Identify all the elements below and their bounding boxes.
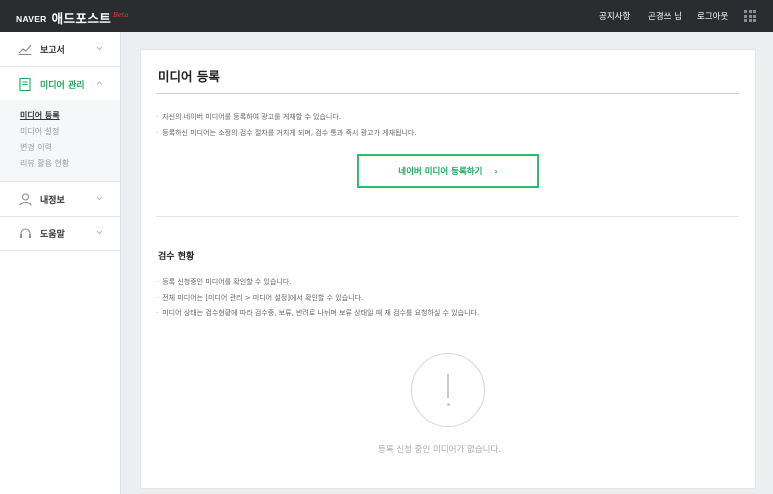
submenu-media-register[interactable]: 미디어 등록 xyxy=(20,110,60,121)
brand-logo[interactable]: NAVER 애드포스트 Beta xyxy=(16,8,128,27)
logout-link[interactable]: 로그아웃 xyxy=(697,10,728,22)
title-divider xyxy=(156,93,739,94)
review-note: · 전체 미디어는 [미디어 관리 > 미디어 설정]에서 확인할 수 있습니다. xyxy=(156,294,364,302)
app-title: 애드포스트 xyxy=(51,11,112,26)
register-button-label: 네이버 미디어 등록하기 xyxy=(398,167,483,177)
review-note: · 등록 신청중인 미디어를 확인할 수 있습니다. xyxy=(156,278,292,286)
chevron-right-icon: › xyxy=(494,166,498,176)
register-note: · 등록하신 미디어는 소정의 검수 절차를 거치게 되며, 검수 통과 즉시 광… xyxy=(156,129,417,137)
sidebar: 보고서 미디어 관리 미디어 등록 미디어 설정 변경 이력 리뷰 활용 현황 … xyxy=(0,32,121,494)
review-section-title: 검수 현황 xyxy=(158,252,195,262)
exclamation-icon xyxy=(411,353,485,427)
chevron-up-icon xyxy=(96,81,103,85)
sidebar-item-help[interactable]: 도움말 xyxy=(0,216,120,250)
submenu-change-history[interactable]: 변경 이력 xyxy=(20,142,52,153)
sidebar-item-myinfo[interactable]: 내정보 xyxy=(0,182,120,216)
chevron-down-icon xyxy=(96,196,103,201)
sidebar-item-media[interactable]: 미디어 관리 xyxy=(0,67,120,101)
naver-logo: NAVER xyxy=(16,14,47,24)
chart-icon xyxy=(18,42,32,56)
top-bar: NAVER 애드포스트 Beta 공지사항 곤경쓰 님 로그아웃 xyxy=(0,0,773,32)
empty-state-message: 등록 신청 중인 미디어가 없습니다. xyxy=(378,445,501,455)
sidebar-item-label: 보고서 xyxy=(40,45,65,56)
person-icon xyxy=(18,192,32,206)
section-divider xyxy=(156,216,739,217)
sidebar-item-report[interactable]: 보고서 xyxy=(0,32,120,66)
review-note: · 미디어 상태는 검수현황에 따라 검수중, 보류, 반려로 나뉘며 보류 상태… xyxy=(156,309,480,317)
sidebar-item-label: 미디어 관리 xyxy=(40,80,85,91)
register-note: · 자신의 네이버 미디어를 등록하여 광고를 게재할 수 있습니다. xyxy=(156,113,342,121)
sidebar-item-label: 내정보 xyxy=(40,195,65,206)
notice-link[interactable]: 공지사항 xyxy=(599,10,630,22)
headset-icon xyxy=(18,226,32,240)
grid-icon[interactable] xyxy=(744,10,756,22)
beta-badge: Beta xyxy=(113,11,129,19)
submenu-review-status[interactable]: 리뷰 활용 현황 xyxy=(20,158,69,169)
divider xyxy=(0,250,120,251)
media-submenu: 미디어 등록 미디어 설정 변경 이력 리뷰 활용 현황 xyxy=(0,100,120,182)
page-title: 미디어 등록 xyxy=(158,69,220,84)
chevron-down-icon xyxy=(96,46,103,51)
sidebar-item-label: 도움말 xyxy=(40,229,65,240)
document-icon xyxy=(18,77,32,91)
register-media-button[interactable]: 네이버 미디어 등록하기 › xyxy=(357,154,539,188)
submenu-media-settings[interactable]: 미디어 설정 xyxy=(20,126,59,137)
chevron-down-icon xyxy=(96,230,103,235)
user-name[interactable]: 곤경쓰 님 xyxy=(648,10,682,22)
